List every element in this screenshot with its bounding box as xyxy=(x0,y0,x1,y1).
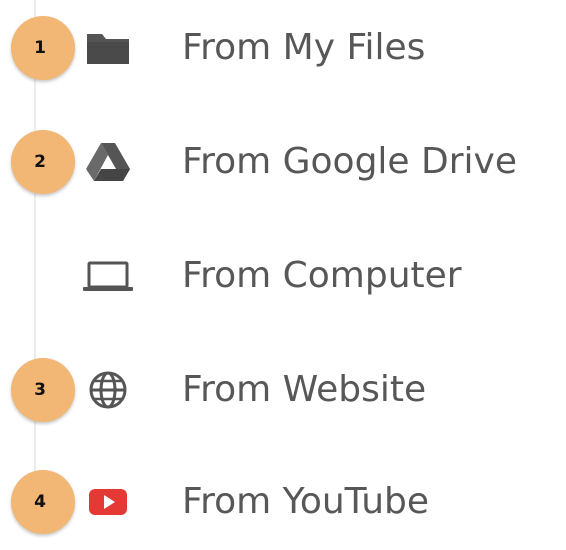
step-badge: 2 xyxy=(11,130,75,194)
globe-icon xyxy=(78,370,138,410)
menu-item-from-website[interactable]: From Website 3 xyxy=(0,342,566,438)
step-badge-number: 3 xyxy=(34,380,46,400)
menu-item-from-computer[interactable]: From Computer xyxy=(0,228,566,324)
laptop-icon xyxy=(78,256,138,296)
menu-item-label: From Website xyxy=(182,369,427,410)
step-badge-number: 2 xyxy=(34,152,46,172)
step-badge: 1 xyxy=(11,16,75,80)
menu-item-label: From Computer xyxy=(182,255,462,296)
menu-item-label: From Google Drive xyxy=(182,141,518,182)
menu-item-label: From My Files xyxy=(182,27,426,68)
step-badge: 4 xyxy=(11,470,75,534)
step-badge-number: 1 xyxy=(34,38,46,58)
upload-source-menu: From My Files 1 From Google Drive 2 From… xyxy=(0,0,566,534)
step-badge-number: 4 xyxy=(34,492,46,512)
step-badge: 3 xyxy=(11,358,75,422)
youtube-icon xyxy=(78,482,138,522)
menu-item-label: From YouTube xyxy=(182,481,430,522)
google-drive-icon xyxy=(78,142,138,182)
menu-item-from-my-files[interactable]: From My Files 1 xyxy=(0,0,566,96)
menu-item-from-google-drive[interactable]: From Google Drive 2 xyxy=(0,114,566,210)
menu-item-from-youtube[interactable]: From YouTube 4 xyxy=(0,454,566,550)
folder-icon xyxy=(78,28,138,68)
